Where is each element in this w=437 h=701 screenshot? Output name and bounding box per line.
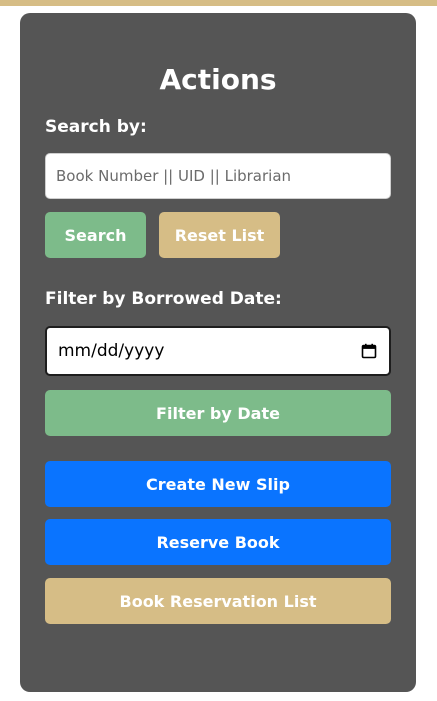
- search-button[interactable]: Search: [45, 212, 146, 258]
- create-new-slip-button[interactable]: Create New Slip: [45, 461, 391, 507]
- calendar-icon[interactable]: [361, 343, 377, 359]
- panel-title: Actions: [159, 63, 277, 96]
- filter-date-label: Filter by Borrowed Date:: [45, 289, 282, 309]
- search-input[interactable]: [45, 153, 391, 199]
- reset-list-button[interactable]: Reset List: [159, 212, 280, 258]
- search-label: Search by:: [45, 117, 147, 137]
- actions-panel: Actions Search by: Search Reset List Fil…: [20, 13, 416, 692]
- borrowed-date-input[interactable]: mm/dd/yyyy: [45, 326, 391, 376]
- date-value: mm/dd/yyyy: [58, 341, 165, 361]
- top-accent-bar: [0, 0, 437, 6]
- filter-by-date-button[interactable]: Filter by Date: [45, 390, 391, 436]
- book-reservation-list-button[interactable]: Book Reservation List: [45, 578, 391, 624]
- reserve-book-button[interactable]: Reserve Book: [45, 519, 391, 565]
